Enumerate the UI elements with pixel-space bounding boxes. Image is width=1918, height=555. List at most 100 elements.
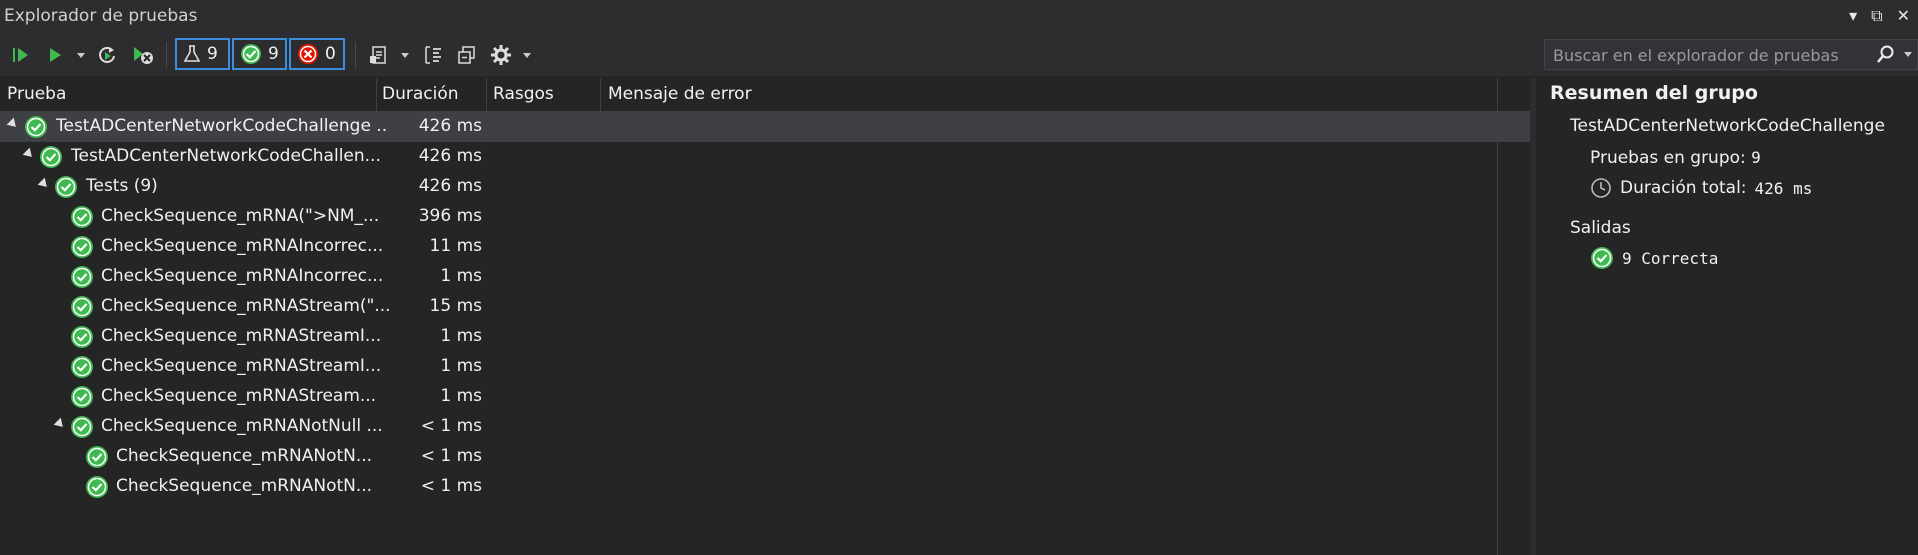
window-titlebar: Explorador de pruebas ▾ ⧉ ✕ [0, 0, 1918, 34]
passed-check-icon [71, 236, 93, 258]
tree-row[interactable]: TestADCenterNetworkCodeChallen... 426 ms [0, 142, 1530, 172]
test-name: CheckSequence_mRNANotN... [116, 476, 373, 496]
restore-window-icon[interactable]: ⧉ [1871, 6, 1882, 26]
total-tests-filter[interactable]: 9 [175, 38, 230, 70]
gear-icon [491, 45, 511, 65]
test-duration: 1 ms [440, 326, 482, 346]
passed-check-icon [71, 266, 93, 288]
run-all-icon [13, 48, 28, 62]
tree-row[interactable]: TestADCenterNetworkCodeChallenge .. 426 … [0, 112, 1530, 142]
failed-tests-filter[interactable]: 0 [289, 38, 345, 70]
window-menu-dropdown-icon[interactable]: ▾ [1849, 6, 1857, 26]
expand-arrow-icon[interactable] [6, 117, 20, 131]
test-duration: < 1 ms [420, 416, 482, 436]
passed-output-text[interactable]: 9 Correcta [1622, 249, 1718, 268]
playlist-dropdown-button[interactable] [398, 42, 412, 68]
run-dropdown-button[interactable] [74, 42, 88, 68]
test-name: CheckSequence_mRNAStream... [101, 386, 377, 406]
group-by-button[interactable] [420, 42, 446, 68]
test-count-value: 9 [1751, 148, 1761, 167]
passed-check-icon [86, 446, 108, 468]
column-divider[interactable] [600, 78, 601, 111]
search-box [1544, 39, 1918, 70]
tree-row[interactable]: CheckSequence_mRNAIncorrec... 11 ms [0, 232, 1530, 262]
tree-row[interactable]: CheckSequence_mRNANotNull ... < 1 ms [0, 412, 1530, 442]
summary-title: Resumen del grupo [1550, 82, 1758, 104]
test-name: TestADCenterNetworkCodeChallen... [71, 146, 381, 166]
playlist-icon [370, 46, 386, 64]
playlist-button[interactable] [366, 42, 392, 68]
tree-row[interactable]: CheckSequence_mRNAIncorrec... 1 ms [0, 262, 1530, 292]
test-name: TestADCenterNetworkCodeChallenge .. [56, 116, 388, 136]
test-name: CheckSequence_mRNA(">NM_... [101, 206, 380, 226]
column-divider[interactable] [486, 78, 487, 111]
passed-check-icon [1591, 247, 1613, 269]
settings-dropdown-button[interactable] [520, 42, 534, 68]
chevron-down-icon [523, 53, 531, 58]
tree-row[interactable]: CheckSequence_mRNAStream... 1 ms [0, 382, 1530, 412]
search-icon[interactable] [1875, 44, 1895, 64]
passed-check-icon [241, 44, 261, 64]
close-window-icon[interactable]: ✕ [1897, 6, 1910, 26]
tree-row[interactable]: CheckSequence_mRNANotN... < 1 ms [0, 442, 1530, 472]
rerun-button[interactable] [94, 42, 120, 68]
column-traits[interactable]: Rasgos [493, 84, 554, 104]
cancel-run-button[interactable] [130, 42, 156, 68]
test-duration: 426 ms [418, 146, 482, 166]
tree-row[interactable]: CheckSequence_mRNAStreamI... 1 ms [0, 352, 1530, 382]
test-duration: 1 ms [440, 356, 482, 376]
test-duration: 1 ms [440, 266, 482, 286]
tree-row[interactable]: Tests (9) 426 ms [0, 172, 1530, 202]
rerun-icon [99, 47, 115, 63]
test-duration: 15 ms [429, 296, 482, 316]
passed-check-icon [25, 116, 47, 138]
expand-arrow-icon[interactable] [53, 417, 67, 431]
run-button[interactable] [42, 42, 68, 68]
test-count-label: Pruebas en grupo: [1590, 148, 1746, 168]
run-all-button[interactable] [8, 42, 34, 68]
flask-icon [183, 45, 201, 62]
test-name: CheckSequence_mRNANotN... [116, 446, 373, 466]
tree-row[interactable]: CheckSequence_mRNA(">NM_... 396 ms [0, 202, 1530, 232]
run-cancel-icon [134, 47, 153, 64]
test-name: CheckSequence_mRNAIncorrec... [101, 266, 384, 286]
summary-group-name: TestADCenterNetworkCodeChallenge [1570, 116, 1885, 136]
passed-tests-count: 9 [268, 44, 279, 64]
column-header: Prueba Duración Rasgos Mensaje de error [0, 78, 1530, 112]
passed-tests-filter[interactable]: 9 [232, 38, 287, 70]
tree-row[interactable]: CheckSequence_mRNANotN... < 1 ms [0, 472, 1530, 502]
vertical-scrollbar[interactable] [1497, 78, 1531, 555]
clock-icon [1591, 178, 1611, 198]
test-name: CheckSequence_mRNANotNull ... [101, 416, 383, 436]
column-divider[interactable] [376, 78, 377, 111]
passed-check-icon [71, 356, 93, 378]
search-input[interactable] [1551, 43, 1855, 67]
column-duration[interactable]: Duración [382, 84, 459, 104]
summary-test-count: Pruebas en grupo: 9 [1590, 148, 1761, 168]
group-summary-pane: Resumen del grupo TestADCenterNetworkCod… [1536, 78, 1918, 555]
passed-check-icon [71, 386, 93, 408]
test-duration: 11 ms [429, 236, 482, 256]
window-buttons: ▾ ⧉ ✕ [1849, 6, 1910, 26]
column-error-message[interactable]: Mensaje de error [608, 84, 752, 104]
settings-button[interactable] [488, 42, 514, 68]
toolbar-separator [166, 42, 167, 68]
window-title: Explorador de pruebas [4, 6, 198, 26]
column-test[interactable]: Prueba [7, 84, 66, 104]
test-name: CheckSequence_mRNAStream("... [101, 296, 391, 316]
search-options-chevron-icon[interactable] [1903, 49, 1913, 59]
tree-row[interactable]: CheckSequence_mRNAStreamI... 1 ms [0, 322, 1530, 352]
chevron-down-icon [77, 53, 85, 58]
expand-arrow-icon[interactable] [22, 147, 36, 161]
test-duration: 396 ms [418, 206, 482, 226]
run-icon [50, 48, 61, 62]
tree-row[interactable]: CheckSequence_mRNAStream("... 15 ms [0, 292, 1530, 322]
passed-check-icon [40, 146, 62, 168]
collapse-all-button[interactable] [454, 42, 480, 68]
hierarchy-icon [425, 46, 441, 64]
passed-check-icon [71, 326, 93, 348]
expand-arrow-icon[interactable] [37, 177, 51, 191]
test-name: CheckSequence_mRNAStreamI... [101, 356, 382, 376]
test-duration: < 1 ms [420, 446, 482, 466]
passed-output-link[interactable]: 9 Correcta [1590, 246, 1718, 270]
